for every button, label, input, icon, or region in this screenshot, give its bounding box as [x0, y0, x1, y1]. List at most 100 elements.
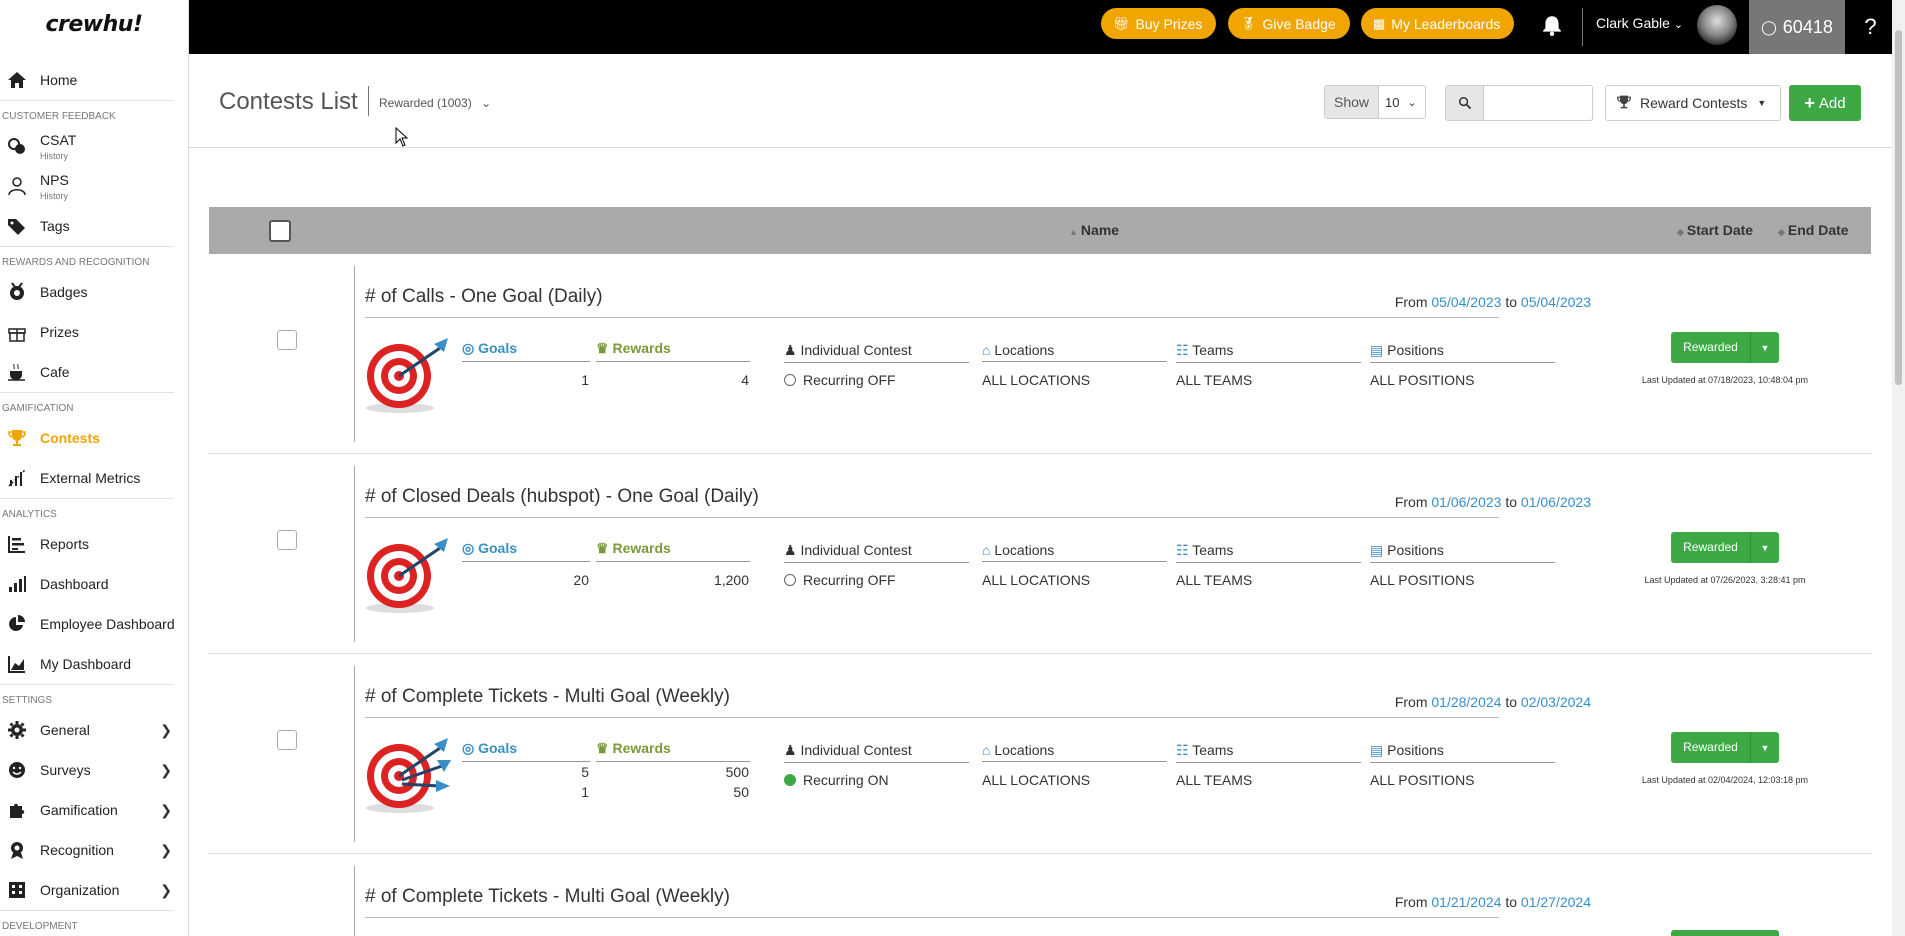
sidebar-item-general[interactable]: General ❯ [0, 710, 188, 750]
target-darts-icon [366, 738, 451, 813]
user-menu[interactable]: Clark Gable ⌄ [1596, 15, 1683, 31]
teams-label: Teams [1192, 342, 1234, 358]
start-date: 01/06/2023 [1431, 494, 1502, 510]
divider [365, 717, 1499, 718]
contest-name[interactable]: # of Calls - One Goal (Daily) [365, 286, 603, 308]
reward-value: 1,200 [713, 572, 749, 588]
contest-name[interactable]: # of Complete Tickets - Multi Goal (Week… [365, 686, 730, 708]
bell-icon[interactable] [1541, 14, 1563, 36]
my-leaderboards-label: My Leaderboards [1391, 15, 1501, 32]
id-card-icon: ▤ [1370, 542, 1388, 558]
table-row[interactable]: # of Closed Deals (hubspot) - One Goal (… [209, 454, 1871, 654]
sidebar-item-surveys[interactable]: Surveys ❯ [0, 750, 188, 790]
table-row[interactable]: # of Complete Tickets - Multi Goal (Week… [209, 854, 1871, 936]
sidebar-item-dashboard[interactable]: Dashboard [0, 564, 188, 604]
column-header-name[interactable]: ▲ Name [1069, 222, 1119, 238]
caret-down-icon[interactable]: ▼ [1751, 543, 1779, 553]
sidebar-item-prizes[interactable]: Prizes [0, 312, 188, 352]
sidebar-item-recognition[interactable]: Recognition ❯ [0, 830, 188, 870]
section-customer-feedback: CUSTOMER FEEDBACK [0, 100, 174, 126]
row-checkbox[interactable] [277, 730, 297, 750]
from-label: From [1394, 694, 1428, 710]
end-date: 01/27/2024 [1520, 894, 1591, 910]
recurring-off-icon [784, 574, 796, 586]
contest-type-label: Individual Contest [800, 542, 912, 558]
divider [365, 517, 1499, 518]
recurring-status: Recurring OFF [784, 372, 896, 388]
contest-type-label: Individual Contest [800, 742, 912, 758]
divider [365, 917, 1499, 918]
recurring-status: Recurring ON [784, 772, 889, 788]
sidebar-item-home[interactable]: Home [0, 60, 188, 100]
caret-down-icon[interactable]: ▼ [1751, 743, 1779, 753]
contest-name[interactable]: # of Complete Tickets - Multi Goal (Week… [365, 886, 730, 908]
home-icon: ⌂ [982, 742, 995, 758]
positions-header: ▤ Positions [1370, 542, 1555, 563]
scrollbar-thumb[interactable] [1895, 30, 1902, 385]
reward-contests-button[interactable]: Reward Contests ▼ [1605, 85, 1781, 121]
sidebar-item-gamification[interactable]: Gamification ❯ [0, 790, 188, 830]
points-balance[interactable]: ◯ 60418 [1749, 0, 1845, 54]
divider [368, 86, 369, 116]
search-input[interactable] [1484, 86, 1592, 120]
home-icon: ⌂ [982, 342, 995, 358]
rewards-header: ♛ Rewards [596, 740, 750, 762]
positions-label: Positions [1387, 542, 1444, 558]
rewards-label: Rewards [612, 740, 671, 756]
status-label: Rewarded [1671, 732, 1751, 763]
page-size-select[interactable]: 10 ⌄ [1379, 86, 1425, 118]
status-dropdown-button[interactable]: Rewarded ▼ [1671, 732, 1779, 763]
column-header-start-date[interactable]: ◆ Start Date [1677, 222, 1753, 238]
contest-name[interactable]: # of Closed Deals (hubspot) - One Goal (… [365, 486, 759, 508]
table-row[interactable]: # of Calls - One Goal (Daily) From 05/04… [209, 254, 1871, 454]
status-dropdown-button[interactable]: Rewarded ▼ [1671, 532, 1779, 563]
sidebar-item-nps[interactable]: NPS History [0, 166, 188, 206]
teams-label: Teams [1192, 742, 1234, 758]
sidebar-item-organization[interactable]: Organization ❯ [0, 870, 188, 910]
sidebar-item-label: Cafe [40, 364, 70, 380]
buy-prizes-button[interactable]: 🎁︎ Buy Prizes [1101, 8, 1217, 39]
caret-down-icon[interactable]: ▼ [1751, 343, 1779, 353]
sidebar-item-contests[interactable]: Contests [0, 418, 188, 458]
select-all-checkbox[interactable] [269, 220, 291, 242]
table-row[interactable]: # of Complete Tickets - Multi Goal (Week… [209, 654, 1871, 854]
puzzle-icon [6, 799, 28, 821]
scrollbar[interactable] [1892, 0, 1905, 936]
trophy-icon [1616, 94, 1632, 113]
sidebar-item-my-dashboard[interactable]: My Dashboard [0, 644, 188, 684]
status-filter-dropdown[interactable]: Rewarded (1003) ⌄ [379, 96, 491, 110]
sidebar-item-employee-dashboard[interactable]: Employee Dashboard [0, 604, 188, 644]
row-checkbox[interactable] [277, 330, 297, 350]
status-dropdown-button[interactable] [1671, 930, 1779, 936]
sidebar-item-label: Dashboard [40, 576, 109, 592]
row-checkbox[interactable] [277, 530, 297, 550]
positions-value: ALL POSITIONS [1370, 572, 1475, 588]
gear-icon [6, 719, 28, 741]
chevron-right-icon: ❯ [160, 842, 172, 858]
rewards-header: ♛ Rewards [596, 340, 750, 362]
avatar[interactable] [1697, 5, 1737, 45]
sidebar-item-reports[interactable]: Reports [0, 524, 188, 564]
crewhu-logo[interactable]: crewhu! [0, 0, 188, 48]
help-button[interactable]: ? [1849, 0, 1892, 54]
column-header-end-date[interactable]: ◆ End Date [1778, 222, 1849, 238]
reward-value: 4 [741, 372, 749, 388]
to-label: to [1505, 894, 1518, 910]
sidebar-item-cafe[interactable]: Cafe [0, 352, 188, 392]
sidebar-item-csat[interactable]: CSAT History [0, 126, 188, 166]
reward-contests-label: Reward Contests [1640, 95, 1748, 111]
sidebar-item-badges[interactable]: Badges [0, 272, 188, 312]
recurring-label: Recurring ON [803, 772, 889, 788]
sidebar-item-external-metrics[interactable]: External Metrics [0, 458, 188, 498]
positions-header: ▤ Positions [1370, 742, 1555, 763]
sidebar-item-label: NPS [40, 171, 69, 188]
sidebar-item-tags[interactable]: Tags [0, 206, 188, 246]
add-button[interactable]: + Add [1789, 85, 1861, 121]
give-badge-button[interactable]: 🏅︎ Give Badge [1228, 8, 1350, 39]
locations-header: ⌂ Locations [982, 342, 1167, 362]
recurring-label: Recurring OFF [803, 372, 896, 388]
search-icon[interactable] [1446, 86, 1484, 120]
gift-icon: 🎁︎ [1113, 15, 1130, 31]
my-leaderboards-button[interactable]: ▩ My Leaderboards [1361, 8, 1515, 39]
status-dropdown-button[interactable]: Rewarded ▼ [1671, 332, 1779, 363]
